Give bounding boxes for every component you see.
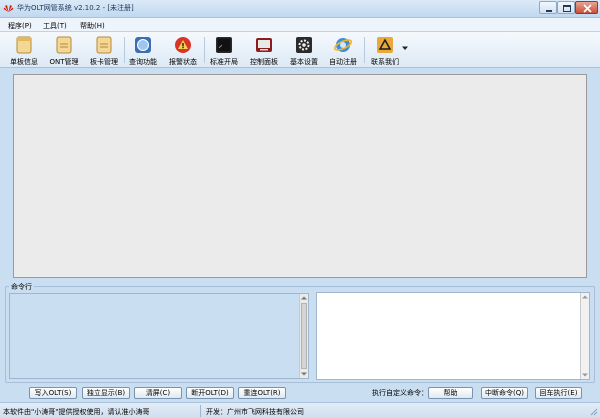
reconnect-olt-button[interactable]: 重连OLT(R) — [238, 387, 286, 399]
tool-board-info[interactable]: 单板信息 — [4, 33, 44, 67]
globe-icon — [135, 37, 151, 53]
tool-basic-settings[interactable]: 基本设置 — [284, 33, 324, 67]
warning-icon — [175, 37, 191, 53]
resize-grip-icon[interactable] — [589, 407, 598, 416]
tool-label: 联系我们 — [371, 58, 399, 66]
tool-query[interactable]: 查询功能 — [123, 33, 163, 67]
close-button[interactable] — [575, 1, 598, 14]
close-icon — [583, 4, 592, 13]
huawei-logo-icon — [3, 5, 14, 12]
tool-standard-open[interactable]: 标准开局 — [204, 33, 244, 67]
ie-icon — [334, 38, 352, 52]
minimize-button[interactable] — [539, 1, 557, 14]
scroll-up-icon[interactable] — [582, 294, 588, 300]
gear-icon — [296, 37, 312, 53]
toolbar: 单板信息 ONT管理 板卡管理 查询功能 报警状态 标准开局 控制面板 基本设置… — [0, 32, 600, 68]
custom-command-label: 执行自定义命令： — [372, 389, 428, 397]
command-legend: 命令行 — [9, 282, 34, 292]
tool-label: 自动注册 — [329, 58, 357, 66]
document-icon — [96, 36, 112, 54]
title-bar: 华为OLT网管系统 v2.10.2 - [未注册] — [0, 0, 600, 18]
enter-execute-button[interactable]: 回车执行(E) — [535, 387, 582, 399]
command-input-box[interactable] — [316, 292, 590, 380]
help-button[interactable]: 帮助 — [428, 387, 473, 399]
status-separator — [200, 405, 201, 417]
window-title: 华为OLT网管系统 v2.10.2 - [未注册] — [17, 4, 134, 12]
chevron-down-icon[interactable] — [402, 45, 408, 51]
scrollbar[interactable] — [580, 293, 589, 379]
document-icon — [16, 36, 32, 54]
scrollbar[interactable] — [299, 294, 308, 378]
panel-icon — [256, 38, 272, 52]
status-bar: 本软件由"小涛哥"提供授权使用，请认准小涛哥 开发：广州市飞网科技有限公司 — [0, 402, 600, 418]
menu-tools[interactable]: 工具(T) — [43, 21, 67, 31]
scrollbar-thumb[interactable] — [301, 303, 307, 369]
clear-screen-button[interactable]: 清屏(C) — [134, 387, 182, 399]
tool-alarm[interactable]: 报警状态 — [163, 33, 203, 67]
maximize-button[interactable] — [557, 1, 575, 14]
tool-control-panel[interactable]: 控制面板 — [244, 33, 284, 67]
standalone-display-button[interactable]: 独立显示(B) — [82, 387, 130, 399]
command-output-box[interactable] — [9, 293, 309, 379]
write-olt-button[interactable]: 写入OLT(S) — [29, 387, 77, 399]
menu-bar: 程序(P) 工具(T) 帮助(H) — [0, 18, 600, 32]
main-output-pane[interactable] — [13, 74, 587, 278]
tool-contact[interactable]: 联系我们 — [365, 33, 405, 67]
menu-help[interactable]: 帮助(H) — [80, 21, 105, 31]
scroll-down-icon[interactable] — [301, 371, 307, 377]
disconnect-olt-button[interactable]: 断开OLT(D) — [186, 387, 234, 399]
contact-icon — [377, 37, 393, 53]
tool-card-manage[interactable]: 板卡管理 — [84, 33, 124, 67]
menu-program[interactable]: 程序(P) — [8, 21, 32, 31]
status-developer-text: 开发：广州市飞网科技有限公司 — [206, 408, 304, 416]
document-icon — [56, 36, 72, 54]
status-license-text: 本软件由"小涛哥"提供授权使用，请认准小涛哥 — [3, 408, 150, 416]
scroll-down-icon[interactable] — [582, 372, 588, 378]
scroll-up-icon[interactable] — [301, 295, 307, 301]
tool-auto-register[interactable]: 自动注册 — [323, 33, 363, 67]
tool-ont-manage[interactable]: ONT管理 — [44, 33, 84, 67]
interrupt-command-button[interactable]: 中断命令(Q) — [481, 387, 528, 399]
minimize-icon — [546, 10, 552, 12]
maximize-icon — [563, 5, 571, 12]
terminal-icon — [216, 37, 232, 53]
